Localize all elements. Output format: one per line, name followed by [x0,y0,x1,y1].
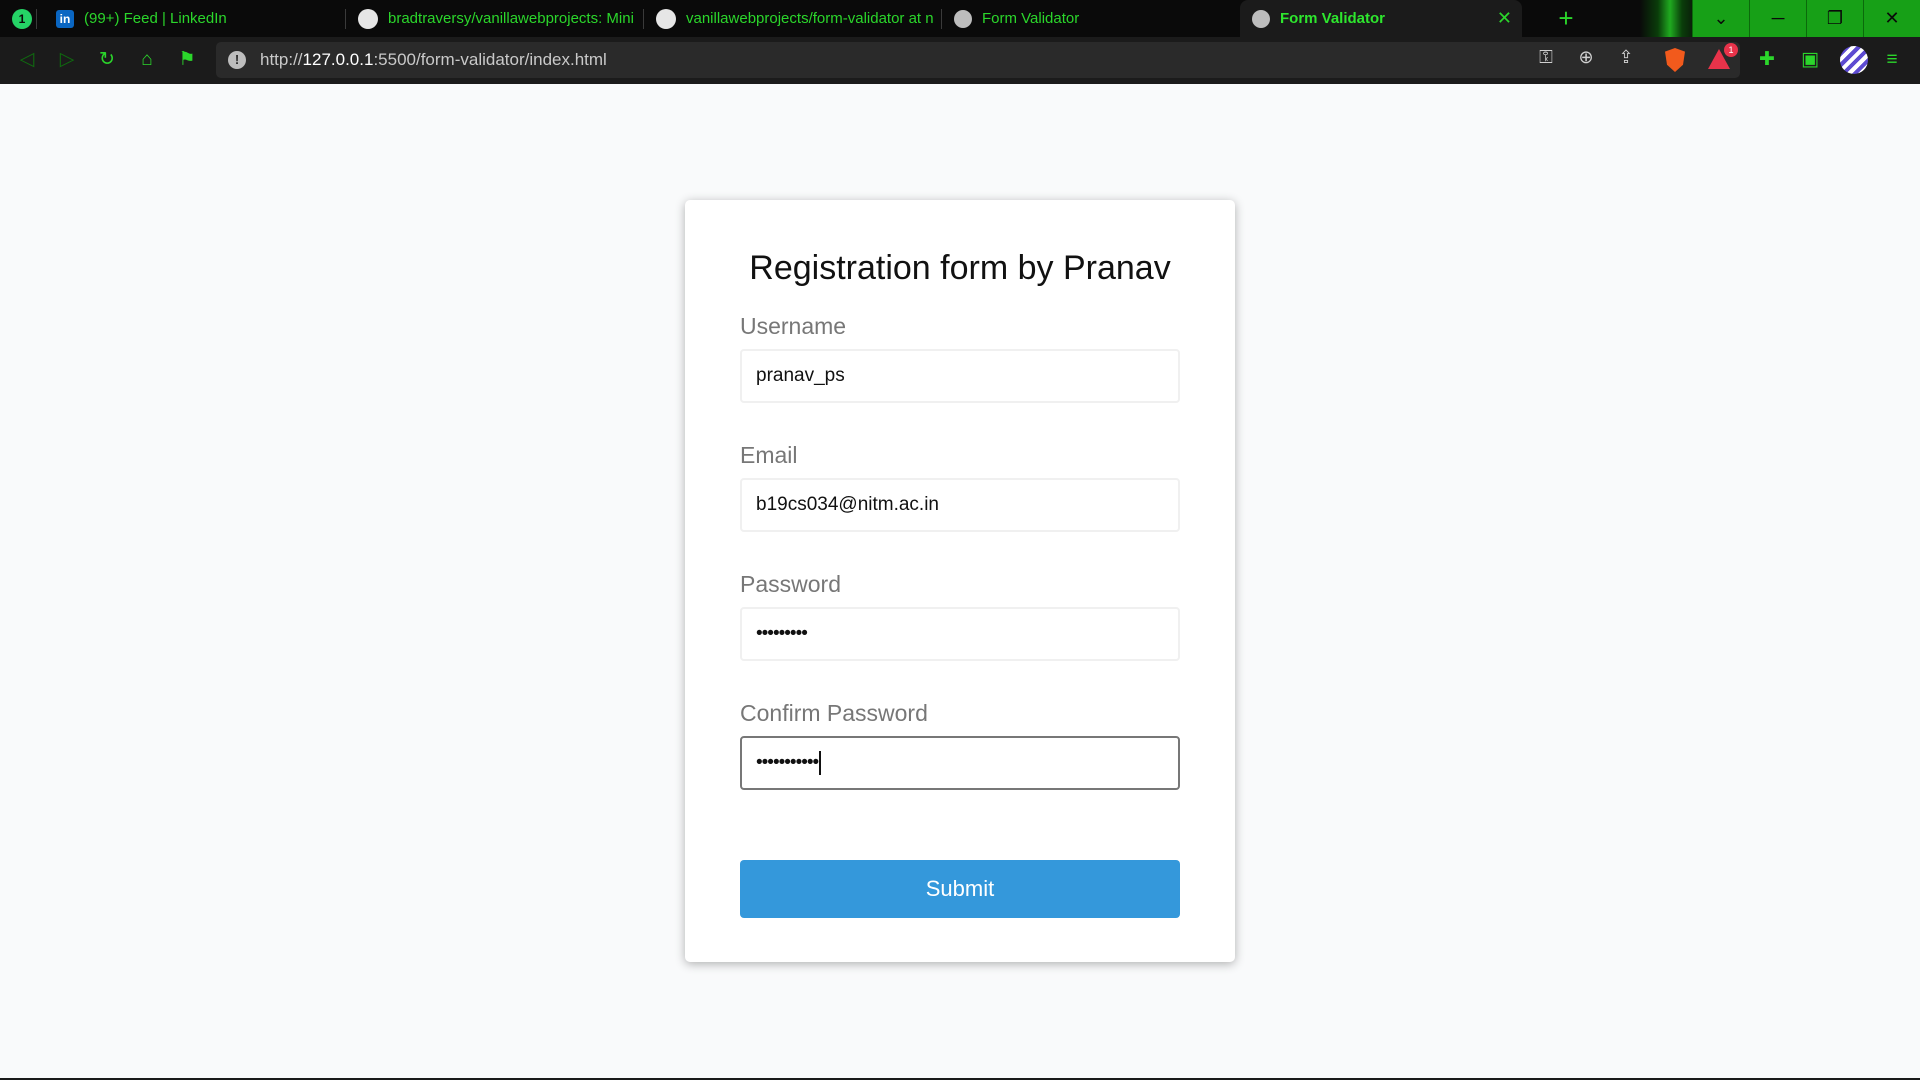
wallet-icon[interactable]: ▣ [1798,48,1822,72]
confirm-password-control: Confirm Password ••••••••••• [740,700,1180,790]
tab-form-validator-active[interactable]: Form Validator ✕ [1240,0,1522,37]
tab-strip: 1 in (99+) Feed | LinkedIn bradtraversy/… [0,0,1920,37]
tab-title: Form Validator [1280,10,1386,27]
close-window-button[interactable]: ✕ [1863,0,1920,37]
tab-title: (99+) Feed | LinkedIn [84,10,227,27]
linkedin-icon: in [56,9,74,28]
minimize-button[interactable]: ─ [1749,0,1806,37]
new-tab-button[interactable]: + [1552,4,1580,32]
password-label: Password [740,571,841,597]
back-button[interactable]: ◁ [16,49,38,71]
text-caret [819,751,822,775]
rewards-badge: 1 [1724,43,1738,57]
tab-github-form-validator[interactable]: vanillawebprojects/form-validator at n [644,0,942,37]
github-icon [656,8,676,29]
username-input[interactable]: pranav_ps [740,349,1180,403]
email-input[interactable]: b19cs034@nitm.ac.in [740,478,1180,532]
tab-search-button[interactable]: ⌄ [1692,0,1749,37]
bookmark-button[interactable]: ⚑ [176,49,198,71]
site-info-icon[interactable]: ! [228,51,246,69]
share-icon[interactable]: ⇪ [1615,46,1637,68]
address-bar[interactable]: ! http://127.0.0.1:5500/form-validator/i… [216,42,1740,78]
globe-icon [954,9,972,28]
tab-title: vanillawebprojects/form-validator at n [686,10,934,27]
home-button[interactable]: ⌂ [136,49,158,71]
username-control: Username pranav_ps [740,313,1180,403]
key-icon[interactable]: ⚿ [1535,46,1557,68]
reload-button[interactable]: ↻ [96,49,118,71]
username-label: Username [740,313,847,339]
submit-button[interactable]: Submit [740,860,1180,918]
close-tab-icon[interactable]: ✕ [1497,8,1512,29]
restore-button[interactable]: ❐ [1806,0,1863,37]
brave-rewards-icon[interactable]: 1 [1708,43,1738,69]
email-label: Email [740,442,798,468]
registration-form-card: Registration form by Pranav Username pra… [685,200,1235,962]
profile-avatar[interactable] [1840,46,1868,74]
email-control: Email b19cs034@nitm.ac.in [740,442,1180,532]
forward-button[interactable]: ▷ [56,49,78,71]
github-icon [358,8,378,29]
password-control: Password ••••••••• [740,571,1180,661]
zoom-icon[interactable]: ⊕ [1575,46,1597,68]
extensions-icon[interactable]: ✚ [1755,48,1779,72]
confirm-password-input[interactable]: ••••••••••• [740,736,1180,790]
tab-title: bradtraversy/vanillawebprojects: Mini [388,10,634,27]
tab-title: Form Validator [982,10,1080,27]
tab-linkedin[interactable]: in (99+) Feed | LinkedIn [44,0,346,37]
url-text: http://127.0.0.1:5500/form-validator/ind… [260,50,607,69]
tab-github-vanillawebprojects[interactable]: bradtraversy/vanillawebprojects: Mini [346,0,644,37]
form-title: Registration form by Pranav [749,249,1171,287]
browser-toolbar: ◁ ▷ ↻ ⌂ ⚑ ! http://127.0.0.1:5500/form-v… [0,37,1920,84]
globe-icon [1252,9,1270,28]
browser-chrome: 1 in (99+) Feed | LinkedIn bradtraversy/… [0,0,1920,84]
password-input[interactable]: ••••••••• [740,607,1180,661]
page-content: Registration form by Pranav Username pra… [0,84,1920,1080]
window-controls: ⌄ ─ ❐ ✕ [1692,0,1920,37]
menu-icon[interactable]: ≡ [1880,48,1904,72]
confirm-password-label: Confirm Password [740,700,928,726]
tab-whatsapp[interactable]: 1 [0,0,37,37]
tab-form-validator[interactable]: Form Validator [942,0,1240,37]
whatsapp-icon: 1 [12,8,32,29]
